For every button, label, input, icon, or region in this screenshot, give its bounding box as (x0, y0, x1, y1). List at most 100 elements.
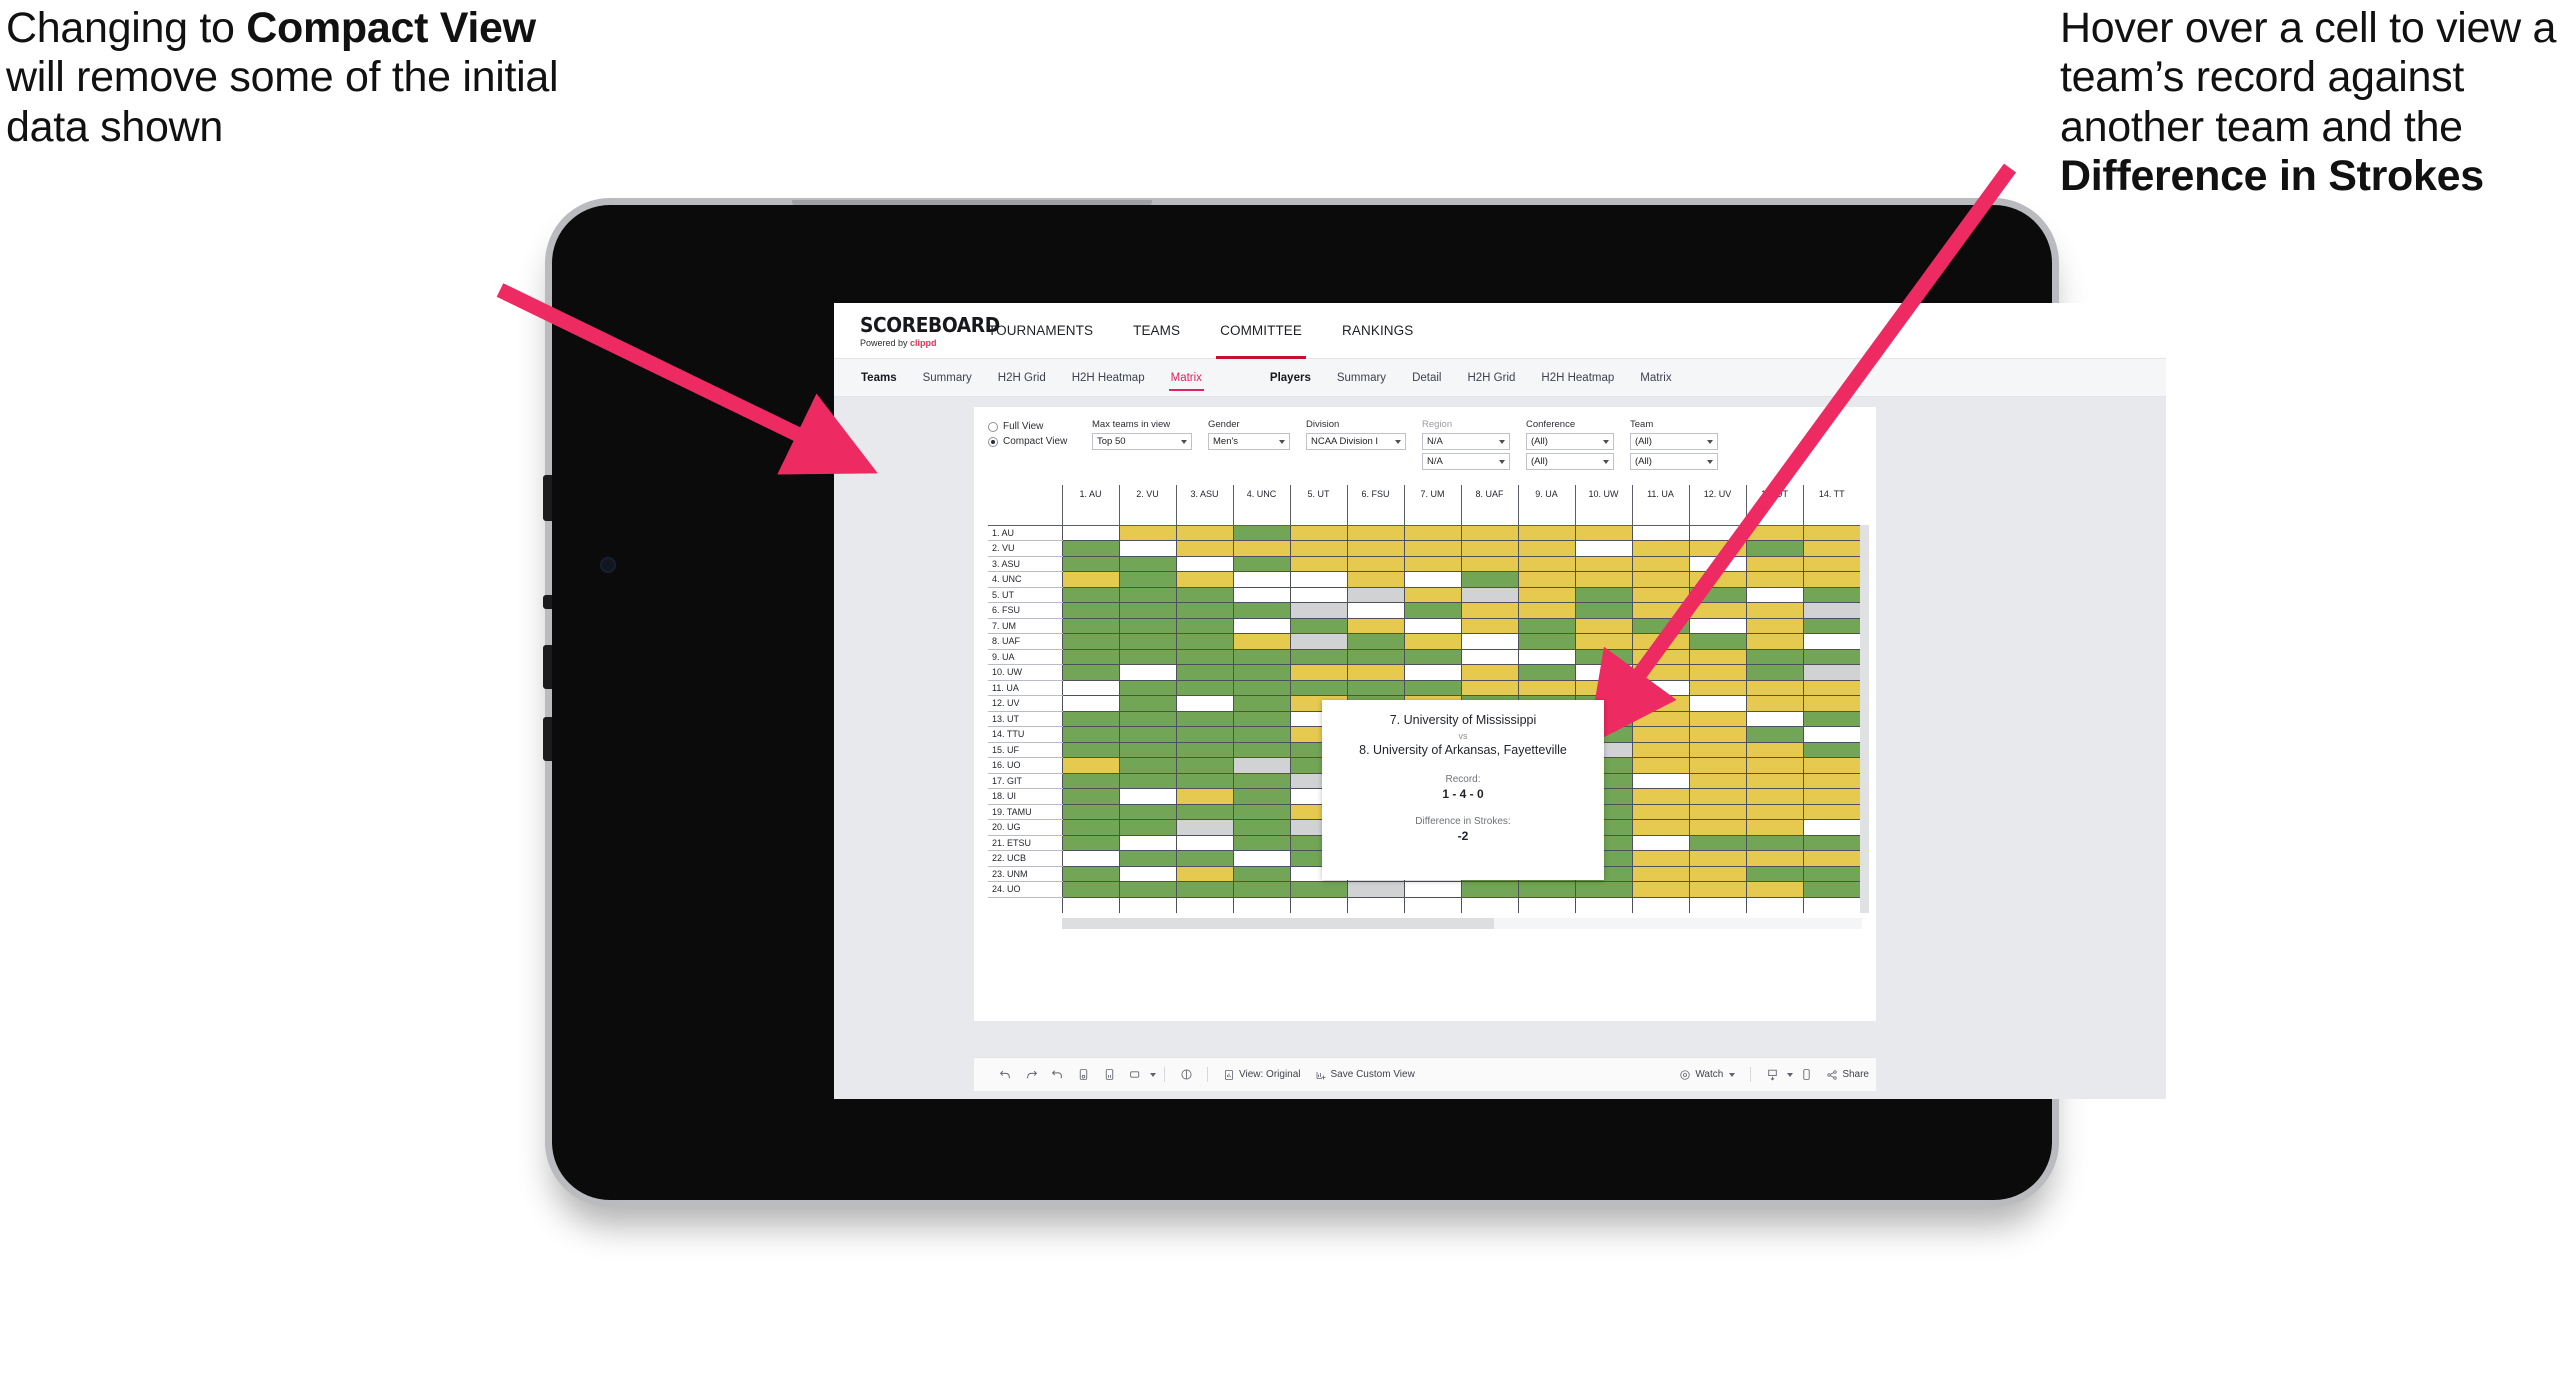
matrix-cell[interactable] (1346, 664, 1404, 681)
matrix-cell[interactable] (1232, 664, 1290, 681)
matrix-cell[interactable] (1688, 726, 1746, 743)
matrix-cell[interactable] (1517, 680, 1575, 696)
matrix-cell[interactable] (1175, 680, 1233, 696)
matrix-cell[interactable] (1118, 835, 1176, 851)
matrix-cell[interactable] (1631, 540, 1689, 557)
matrix-cell[interactable] (1688, 866, 1746, 882)
matrix-cell[interactable] (1403, 897, 1461, 913)
matrix-cell[interactable] (1745, 773, 1803, 789)
matrix-cell[interactable] (1802, 680, 1860, 696)
matrix-cell[interactable] (1232, 525, 1290, 541)
matrix-cell[interactable] (1574, 649, 1632, 665)
matrix-cell[interactable] (1289, 881, 1347, 898)
nav-item-tournaments[interactable]: TOURNAMENTS (968, 303, 1113, 359)
matrix-cell[interactable] (1631, 571, 1689, 588)
matrix-cell[interactable] (1802, 804, 1860, 820)
matrix-cell[interactable] (1232, 804, 1290, 820)
subtab-players-h2h-heatmap[interactable]: H2H Heatmap (1528, 359, 1627, 397)
subtab-players-detail[interactable]: Detail (1399, 359, 1454, 397)
matrix-cell[interactable] (1061, 602, 1119, 619)
revert-icon[interactable] (1044, 1062, 1070, 1088)
matrix-cell[interactable] (1061, 618, 1119, 634)
matrix-cell[interactable] (1232, 742, 1290, 758)
matrix-cell[interactable] (1745, 602, 1803, 619)
matrix-cell[interactable] (1346, 633, 1404, 650)
matrix-cell[interactable] (1688, 897, 1746, 913)
matrix-cell[interactable] (1517, 525, 1575, 541)
matrix-cell[interactable] (1802, 835, 1860, 851)
matrix-cell[interactable] (1118, 850, 1176, 867)
matrix-cell[interactable] (1631, 525, 1689, 541)
matrix-cell[interactable] (1802, 556, 1860, 572)
matrix-cell[interactable] (1118, 540, 1176, 557)
matrix-cell[interactable] (1289, 525, 1347, 541)
matrix-cell[interactable] (1517, 556, 1575, 572)
matrix-cell[interactable] (1175, 633, 1233, 650)
matrix-cell[interactable] (1175, 695, 1233, 712)
matrix-cell[interactable] (1802, 866, 1860, 882)
matrix-cell[interactable] (1745, 587, 1803, 603)
matrix-cell[interactable] (1517, 540, 1575, 557)
filter-max-teams-select[interactable]: Top 50 (1092, 433, 1192, 450)
matrix-cell[interactable] (1061, 804, 1119, 820)
matrix-cell[interactable] (1802, 525, 1860, 541)
matrix-cell[interactable] (1403, 556, 1461, 572)
matrix-cell[interactable] (1631, 773, 1689, 789)
matrix-cell[interactable] (1688, 742, 1746, 758)
matrix-cell[interactable] (1802, 571, 1860, 588)
matrix-cell[interactable] (1745, 726, 1803, 743)
undo-icon[interactable] (992, 1062, 1018, 1088)
filter-conference-select-2[interactable]: (All) (1526, 453, 1614, 470)
matrix-cell[interactable] (1802, 881, 1860, 898)
view-original-button[interactable]: View: Original (1216, 1069, 1308, 1081)
matrix-cell[interactable] (1061, 881, 1119, 898)
pause-icon[interactable] (1173, 1062, 1199, 1088)
matrix-cell[interactable] (1574, 618, 1632, 634)
matrix-cell[interactable] (1232, 680, 1290, 696)
matrix-cell[interactable] (1346, 587, 1404, 603)
matrix-cell[interactable] (1745, 680, 1803, 696)
matrix-cell[interactable] (1061, 773, 1119, 789)
matrix-cell[interactable] (1232, 711, 1290, 727)
subtab-teams-h2h-heatmap[interactable]: H2H Heatmap (1059, 359, 1158, 397)
matrix-cell[interactable] (1460, 602, 1518, 619)
matrix-cell[interactable] (1232, 773, 1290, 789)
matrix-cell[interactable] (1688, 525, 1746, 541)
matrix-cell[interactable] (1175, 664, 1233, 681)
matrix-cell[interactable] (1688, 850, 1746, 867)
matrix-cell[interactable] (1631, 757, 1689, 774)
matrix-cell[interactable] (1688, 540, 1746, 557)
matrix-cell[interactable] (1688, 804, 1746, 820)
matrix-cell[interactable] (1061, 726, 1119, 743)
matrix-cell[interactable] (1802, 602, 1860, 619)
matrix-cell[interactable] (1517, 618, 1575, 634)
matrix-cell[interactable] (1232, 587, 1290, 603)
filter-gender-select[interactable]: Men's (1208, 433, 1290, 450)
matrix-cell[interactable] (1745, 649, 1803, 665)
matrix-cell[interactable] (1175, 587, 1233, 603)
matrix-cell[interactable] (1289, 540, 1347, 557)
matrix-cell[interactable] (1688, 680, 1746, 696)
matrix-cell[interactable] (1061, 897, 1119, 913)
filter-region-select-2[interactable]: N/A (1422, 453, 1510, 470)
filter-team-select-2[interactable]: (All) (1630, 453, 1718, 470)
matrix-cell[interactable] (1289, 680, 1347, 696)
matrix-cell[interactable] (1175, 850, 1233, 867)
matrix-cell[interactable] (1118, 664, 1176, 681)
matrix-cell[interactable] (1745, 633, 1803, 650)
matrix-cell[interactable] (1061, 788, 1119, 805)
matrix-cell[interactable] (1631, 711, 1689, 727)
matrix-cell[interactable] (1175, 897, 1233, 913)
matrix-cell[interactable] (1631, 602, 1689, 619)
matrix-cell[interactable] (1232, 726, 1290, 743)
matrix-cell[interactable] (1631, 618, 1689, 634)
matrix-cell[interactable] (1346, 881, 1404, 898)
matrix-cell[interactable] (1802, 633, 1860, 650)
horizontal-scrollbar-thumb[interactable] (1062, 917, 1494, 929)
matrix-cell[interactable] (1631, 695, 1689, 712)
matrix-cell[interactable] (1631, 633, 1689, 650)
matrix-cell[interactable] (1460, 587, 1518, 603)
matrix-cell[interactable] (1289, 618, 1347, 634)
download-icon[interactable] (1759, 1062, 1785, 1088)
subtab-teams-summary[interactable]: Summary (910, 359, 985, 397)
